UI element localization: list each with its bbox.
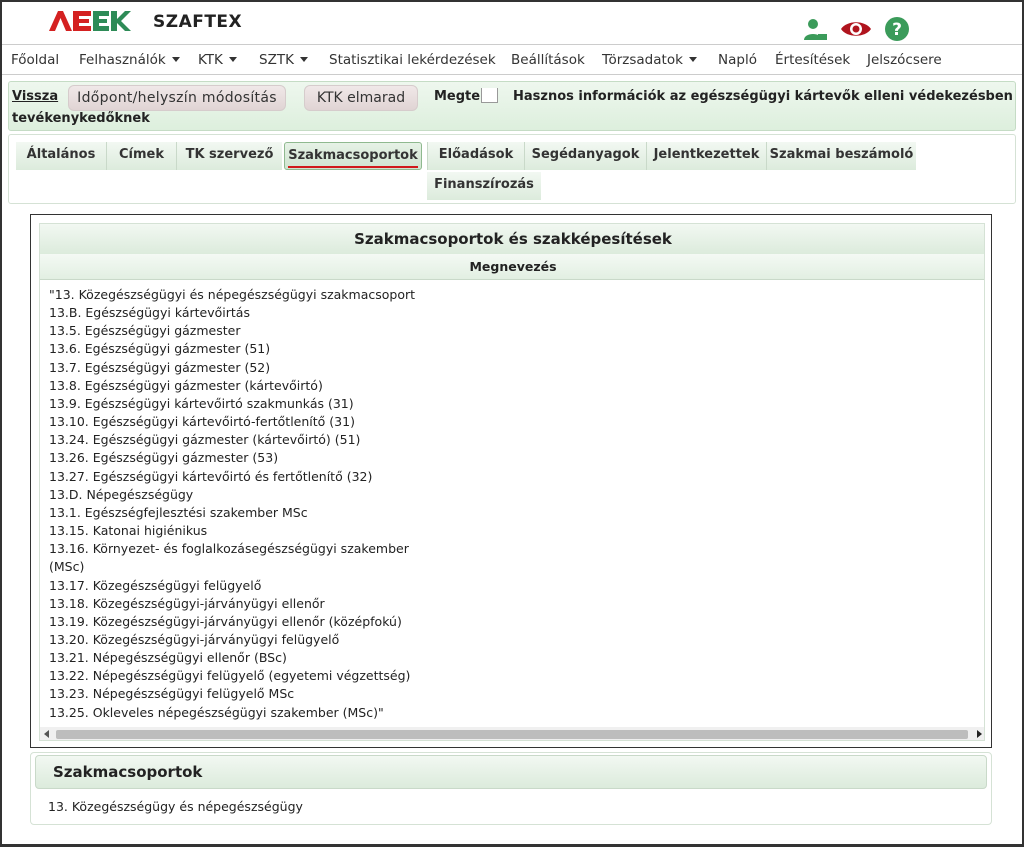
qualification-line: 13.18. Közegészségügyi-járványügyi ellen… — [49, 595, 325, 611]
tab-jelentkezettek[interactable]: Jelentkezettek — [646, 142, 766, 170]
qualification-line: 13.6. Egészségügyi gázmester (51) — [49, 341, 271, 357]
brand-title: SZAFTEX — [153, 12, 243, 32]
nav-fooldal[interactable]: Főoldal — [11, 52, 59, 68]
chevron-down-icon — [171, 57, 180, 62]
svg-text:?: ? — [892, 20, 902, 40]
tab-tk-szervezo[interactable]: TK szervező — [176, 142, 282, 170]
horizontal-scrollbar[interactable] — [40, 727, 984, 740]
chevron-down-icon — [228, 57, 237, 62]
nav-jelszocsere[interactable]: Jelszócsere — [867, 52, 942, 68]
tab-szakmai-beszamolo[interactable]: Szakmai beszámoló — [766, 142, 916, 170]
scrollbar-thumb[interactable] — [56, 730, 968, 739]
eye-icon[interactable] — [840, 16, 872, 42]
nav-ktk[interactable]: KTK — [198, 52, 237, 68]
qualification-line: "13. Közegészségügyi és népegészségügyi … — [49, 287, 416, 302]
qualification-line: 13.15. Katonai higiénikus — [49, 523, 208, 539]
qualification-line: 13.23. Népegészségügyi felügyelő MSc — [49, 686, 295, 702]
qualification-line: (MSc) — [49, 559, 85, 575]
tab-bar: Általános Címek TK szervező Szakmacsopor… — [8, 134, 1016, 204]
tab-cimek[interactable]: Címek — [106, 142, 176, 170]
ktk-cancel-button[interactable]: KTK elmarad — [304, 85, 418, 111]
qualification-line: 13.D. Népegészségügy — [49, 486, 194, 502]
qualification-line: 13.20. Közegészségügyi-járványügyi felüg… — [49, 631, 340, 647]
nav-felhasznalok[interactable]: Felhasználók — [79, 52, 180, 68]
qualifications-table: Szakmacsoportok és szakképesítések Megne… — [39, 223, 985, 741]
qualification-line: 13.1. Egészségfejlesztési szakember MSc — [49, 504, 308, 520]
tab-szakmacsoportok[interactable]: Szakmacsoportok — [284, 142, 422, 170]
nav-beallitasok[interactable]: Beállítások — [511, 52, 585, 68]
main-nav: Főoldal Felhasználók KTK SZTK Statisztik… — [2, 44, 1022, 75]
scroll-right-icon[interactable] — [977, 730, 982, 738]
group-item: 13. Közegészségügy és népegészségügy — [48, 799, 303, 814]
qualification-line: 13.B. Egészségügyi kártevőirtás — [49, 305, 250, 321]
column-header-megnevezes: Megnevezés — [40, 254, 984, 280]
aeek-logo — [49, 11, 131, 31]
qualification-line: 13.7. Egészségügyi gázmester (52) — [49, 359, 271, 375]
qualification-line: 13.27. Egészségügyi kártevőirtó és fertő… — [49, 468, 373, 484]
user-icon[interactable] — [802, 16, 828, 42]
chevron-down-icon — [688, 57, 697, 62]
nav-torzsadatok[interactable]: Törzsadatok — [602, 52, 697, 68]
back-link[interactable]: Vissza — [12, 89, 58, 104]
qualification-line: 13.16. Környezet- és foglalkozásegészség… — [49, 541, 409, 557]
nav-naplo[interactable]: Napló — [718, 52, 757, 68]
qualification-list: "13. Közegészségügyi és népegészségügyi … — [49, 286, 469, 722]
qualification-line: 13.24. Egészségügyi gázmester (kártevőir… — [49, 432, 361, 448]
tab-altalanos[interactable]: Általános — [16, 142, 106, 170]
qualification-line: 13.5. Egészségügyi gázmester — [49, 323, 241, 339]
groups-panel: Szakmacsoportok 13. Közegészségügy és né… — [30, 752, 992, 825]
nav-statisztikai-lekerdezesek[interactable]: Statisztikai lekérdezések — [329, 52, 496, 68]
scroll-left-icon[interactable] — [44, 730, 49, 738]
app-header: SZAFTEX ? — [2, 2, 1022, 44]
action-bar: Vissza Időpont/helyszín módosítás KTK el… — [8, 81, 1016, 131]
qualifications-title: Szakmacsoportok és szakképesítések — [40, 224, 984, 254]
groups-title: Szakmacsoportok — [35, 755, 987, 789]
qualification-line: 13.17. Közegészségügyi felügyelő — [49, 577, 262, 593]
nav-sztk[interactable]: SZTK — [259, 52, 308, 68]
chevron-down-icon — [299, 57, 308, 62]
qualification-line: 13.21. Népegészségügyi ellenőr (BSc) — [49, 650, 287, 666]
qualification-line: 13.9. Egészségügyi kártevőirtó szakmunká… — [49, 395, 354, 411]
event-title: Hasznos információk az egészségügyi kárt… — [513, 89, 1013, 104]
qualifications-panel: Szakmacsoportok és szakképesítések Megne… — [30, 214, 992, 748]
qualification-line: 13.19. Közegészségügyi-járványügyi ellen… — [49, 613, 402, 629]
event-title-cont: tevékenykedőknek — [12, 111, 150, 126]
qualification-line: 13.8. Egészségügyi gázmester (kártevőirt… — [49, 377, 323, 393]
qualification-line: 13.25. Okleveles népegészségügyi szakemb… — [49, 704, 384, 720]
qualification-line: 13.22. Népegészségügyi felügyelő (egyete… — [49, 668, 411, 684]
tab-segedanyagok[interactable]: Segédanyagok — [524, 142, 646, 170]
tab-finanszirozas[interactable]: Finanszírozás — [427, 172, 541, 200]
nav-ertesitesek[interactable]: Értesítések — [775, 52, 850, 68]
tab-eloadasok[interactable]: Előadások — [427, 142, 524, 170]
full-checkbox[interactable] — [481, 88, 498, 103]
qualification-line: 13.26. Egészségügyi gázmester (53) — [49, 450, 279, 466]
qualification-line: 13.10. Egészségügyi kártevőirtó-fertőtle… — [49, 414, 355, 430]
modify-time-place-button[interactable]: Időpont/helyszín módosítás — [68, 85, 286, 111]
help-icon[interactable]: ? — [884, 16, 910, 42]
